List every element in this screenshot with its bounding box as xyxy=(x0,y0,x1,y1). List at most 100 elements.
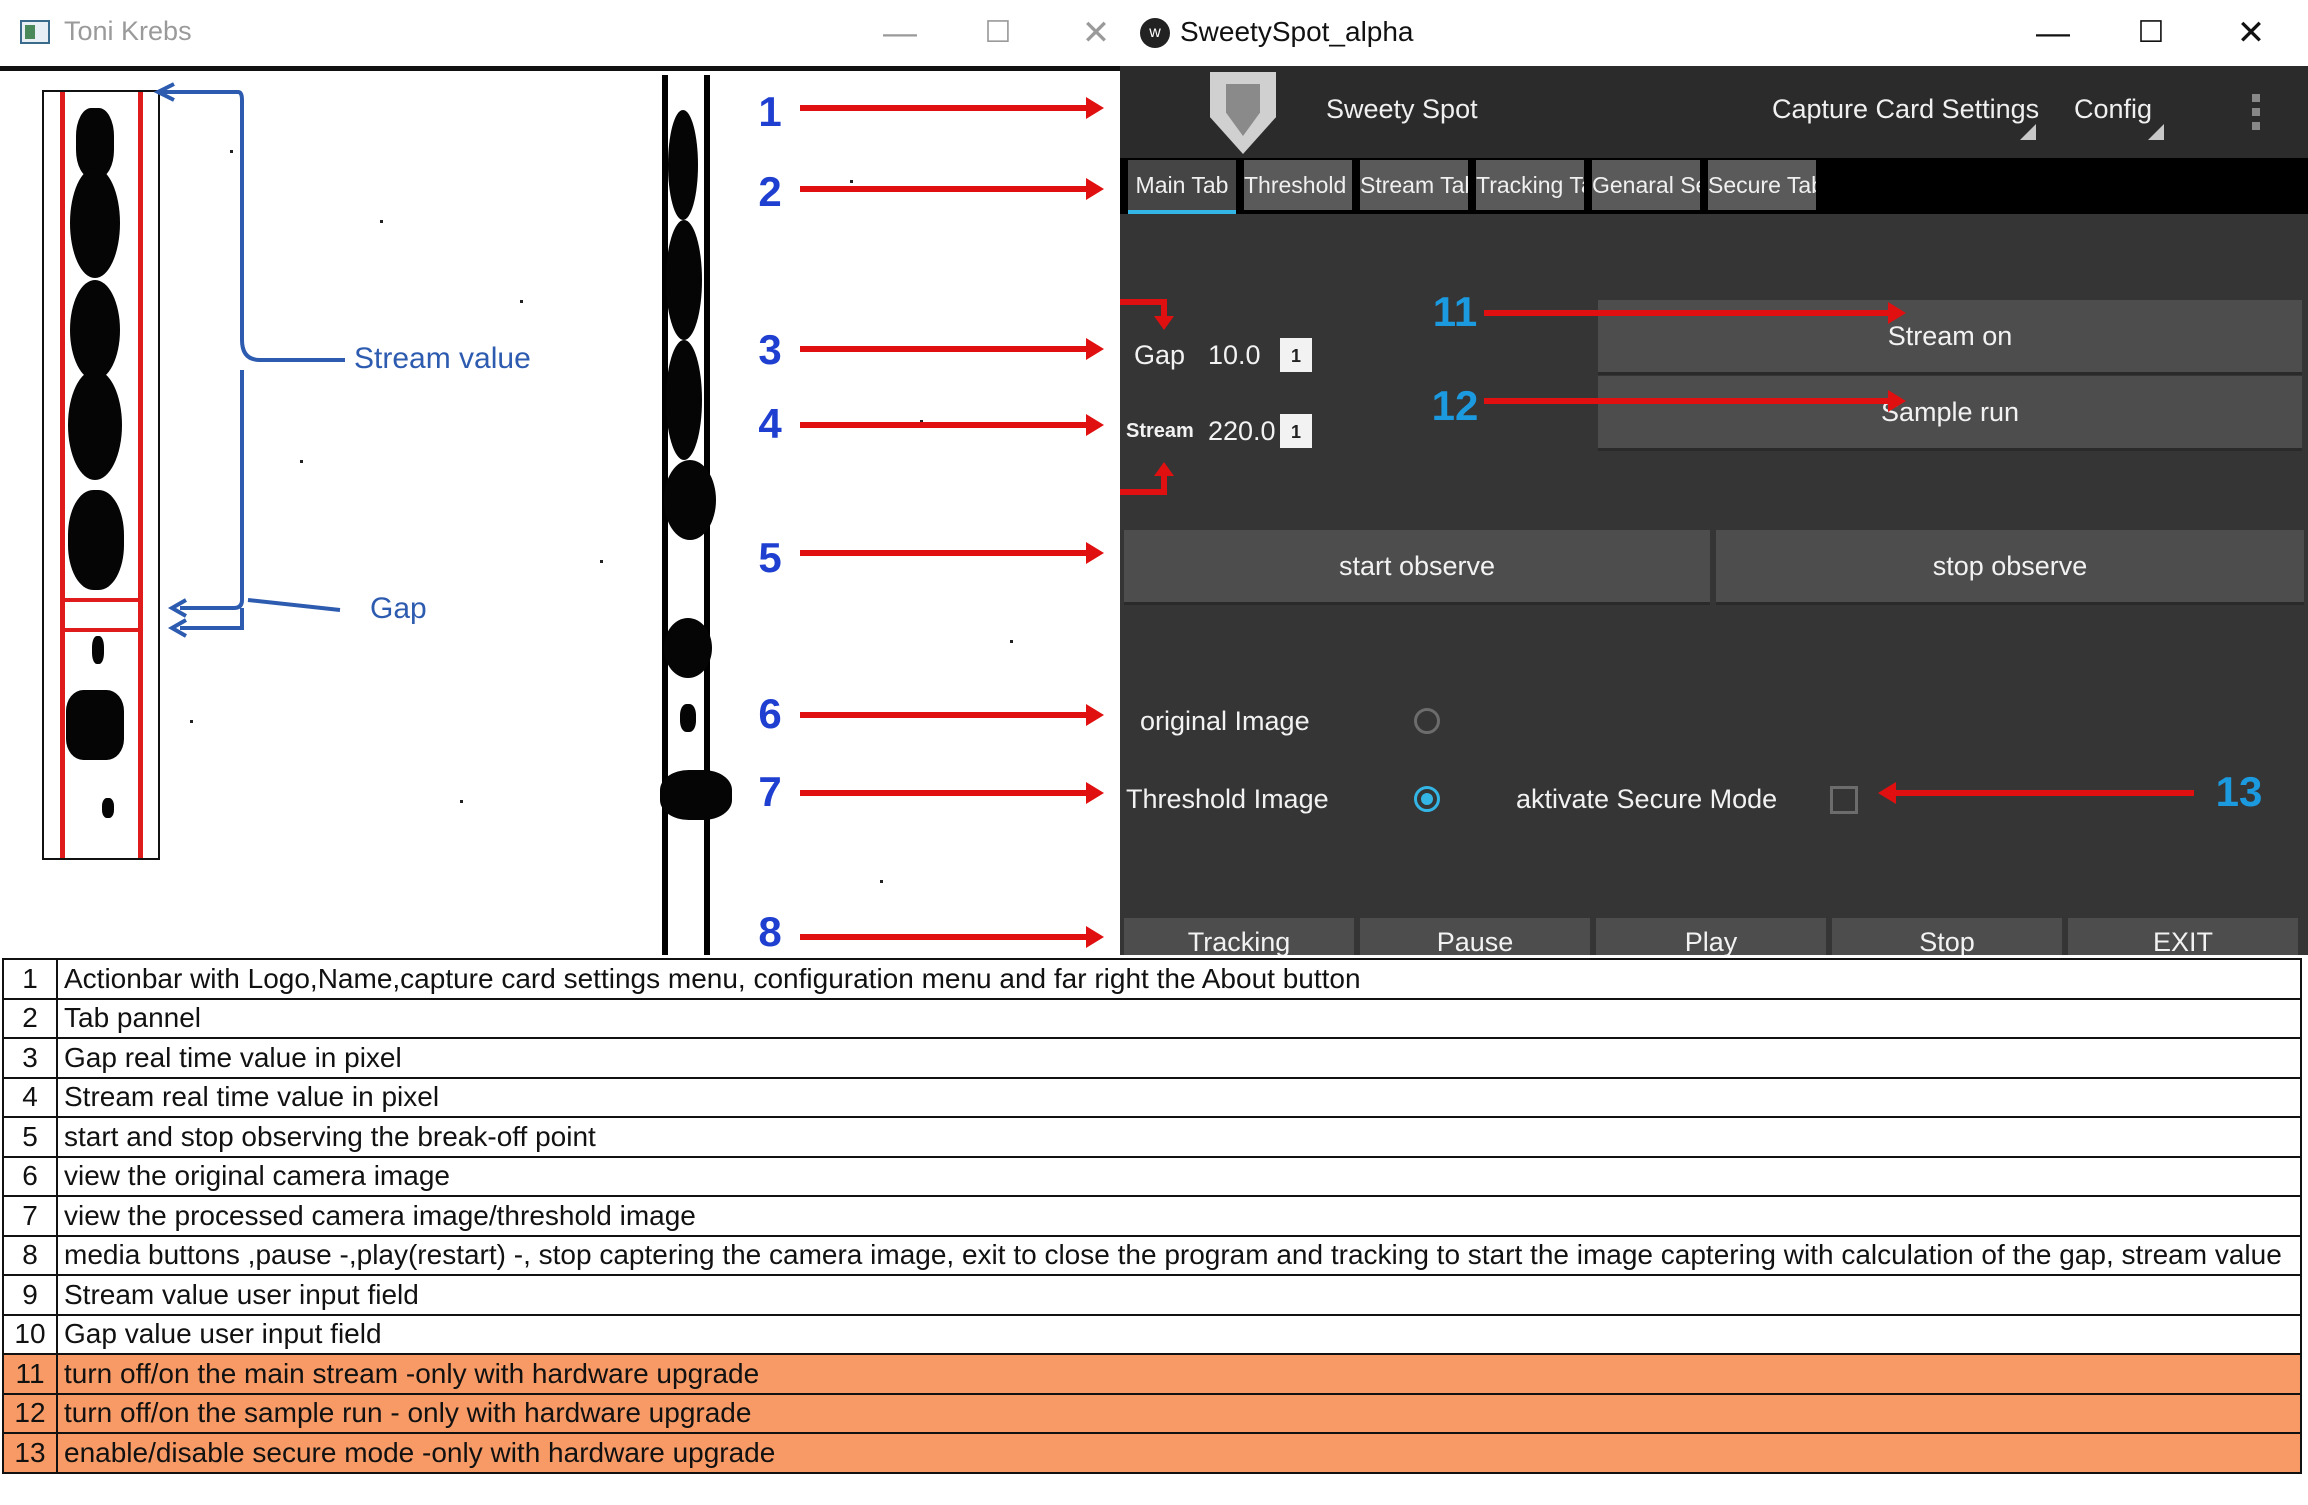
callout-arrow-10 xyxy=(1120,299,1174,330)
threshold-image-radio[interactable] xyxy=(1414,786,1440,812)
about-overflow-icon[interactable] xyxy=(2252,94,2260,134)
camera-window: Toni Krebs — ☐ ✕ Stream value Gap 1 2 3 … xyxy=(0,0,1120,955)
callout-arrow-11 xyxy=(1484,302,1906,324)
tab-tracking[interactable]: Tracking Tab xyxy=(1476,160,1584,210)
legend-row: 8 media buttons ,pause -,play(restart) -,… xyxy=(2,1234,2302,1276)
legend-text: view the original camera image xyxy=(56,1155,2302,1197)
legend-row: 9 Stream value user input field xyxy=(2,1274,2302,1316)
stop-observe-button[interactable]: stop observe xyxy=(1716,530,2304,605)
stream-droplet xyxy=(664,618,712,678)
capture-card-settings-menu[interactable]: Capture Card Settings xyxy=(1772,94,2039,125)
legend-text: turn off/on the main stream -only with h… xyxy=(56,1353,2302,1395)
noise-speck xyxy=(380,220,383,223)
config-menu[interactable]: Config xyxy=(2074,94,2152,125)
tab-general-settings[interactable]: Genaral Settings xyxy=(1592,160,1700,210)
stream-droplet xyxy=(66,690,124,760)
pause-button[interactable]: Pause xyxy=(1360,918,1590,955)
stream-droplet xyxy=(666,220,702,340)
maximize-icon[interactable]: ☐ xyxy=(2116,6,2186,60)
legend-row-hardware: 12 turn off/on the sample run - only with… xyxy=(2,1392,2302,1434)
stream-stepper[interactable]: 1 xyxy=(1280,414,1312,448)
legend-row: 1 Actionbar with Logo,Name,capture card s… xyxy=(2,958,2302,1000)
play-button[interactable]: Play xyxy=(1596,918,1826,955)
legend-text: Tab pannel xyxy=(56,997,2302,1039)
legend-num: 11 xyxy=(2,1353,58,1395)
tab-threshold[interactable]: Threshold Tab xyxy=(1244,160,1352,210)
callout-arrow xyxy=(800,542,1104,564)
tab-secure[interactable]: Secure Tab xyxy=(1708,160,1816,210)
sample-run-button[interactable]: Sample run xyxy=(1598,376,2302,451)
original-image-radio[interactable] xyxy=(1414,708,1440,734)
legend-num: 5 xyxy=(2,1116,58,1158)
dropdown-corner-icon xyxy=(2020,124,2036,140)
legend-text: Gap real time value in pixel xyxy=(56,1037,2302,1079)
noise-speck xyxy=(600,560,603,563)
legend-text: turn off/on the sample run - only with h… xyxy=(56,1392,2302,1434)
callout-arrow xyxy=(800,782,1104,804)
threshold-image-label: Threshold Image xyxy=(1126,784,1329,814)
legend-num: 3 xyxy=(2,1037,58,1079)
stream-droplet xyxy=(70,280,120,380)
maximize-icon[interactable]: ☐ xyxy=(968,8,1028,58)
original-image-label: original Image xyxy=(1140,706,1310,736)
stream-droplet xyxy=(102,798,114,818)
noise-speck xyxy=(230,150,233,153)
camera-window-title: Toni Krebs xyxy=(64,16,192,46)
legend-row: 6 view the original camera image xyxy=(2,1155,2302,1197)
callout-arrow xyxy=(800,926,1104,948)
stream-boundary-right xyxy=(138,92,143,858)
stop-button[interactable]: Stop xyxy=(1832,918,2062,955)
tab-main[interactable]: Main Tab xyxy=(1128,160,1236,214)
callout-2: 2 xyxy=(758,168,782,215)
callout-arrow xyxy=(800,414,1104,436)
legend-row: 7 view the processed camera image/thresho… xyxy=(2,1195,2302,1237)
callout-arrow-12 xyxy=(1484,390,1906,412)
legend-num: 12 xyxy=(2,1392,58,1434)
gap-stepper[interactable]: 1 xyxy=(1280,338,1312,372)
callout-4: 4 xyxy=(758,400,782,447)
callout-arrow-13 xyxy=(1878,782,2194,804)
legend-text: Stream real time value in pixel xyxy=(56,1076,2302,1118)
secure-mode-label: aktivate Secure Mode xyxy=(1516,784,1778,814)
gap-annotation: Gap xyxy=(370,592,427,625)
noise-speck xyxy=(520,300,523,303)
callout-arrow xyxy=(800,178,1104,200)
callout-arrow xyxy=(800,338,1104,360)
callout-arrow xyxy=(800,97,1104,119)
close-icon[interactable]: ✕ xyxy=(2216,6,2286,60)
stream-boundary-left xyxy=(60,92,65,858)
stream-droplet xyxy=(660,770,732,820)
start-observe-button[interactable]: start observe xyxy=(1124,530,1710,605)
legend-num: 13 xyxy=(2,1432,58,1474)
noise-speck xyxy=(300,460,303,463)
minimize-icon[interactable]: — xyxy=(870,8,930,58)
exit-button[interactable]: EXIT xyxy=(2068,918,2298,955)
stream-droplet xyxy=(92,636,104,664)
stream-droplet xyxy=(68,370,122,480)
stream-droplet xyxy=(680,704,696,732)
callout-5: 5 xyxy=(758,534,782,581)
app-logo-icon: w xyxy=(1140,18,1170,48)
legend-table: 1 Actionbar with Logo,Name,capture card s… xyxy=(2,958,2302,1474)
secure-mode-checkbox[interactable] xyxy=(1830,786,1858,814)
stream-droplet xyxy=(664,460,716,540)
legend-row-hardware: 13 enable/disable secure mode -only with … xyxy=(2,1432,2302,1474)
close-icon[interactable]: ✕ xyxy=(1066,8,1120,58)
shield-logo-icon xyxy=(1210,72,1276,154)
legend-num: 2 xyxy=(2,997,58,1039)
legend-row-hardware: 11 turn off/on the main stream -only with… xyxy=(2,1353,2302,1395)
minimize-icon[interactable]: — xyxy=(2018,6,2088,60)
stream-droplet xyxy=(70,168,120,278)
legend-text: Stream value user input field xyxy=(56,1274,2302,1316)
tracking-button[interactable]: Tracking xyxy=(1124,918,1354,955)
callout-arrow xyxy=(800,704,1104,726)
stream-value-field[interactable]: 220.0 xyxy=(1208,416,1276,447)
tab-stream[interactable]: Stream Tab xyxy=(1360,160,1468,210)
actionbar: Sweety Spot Capture Card Settings Config xyxy=(1120,66,2308,158)
tab-panel: Main Tab Threshold Tab Stream Tab Tracki… xyxy=(1120,158,2308,214)
annotation-brackets xyxy=(153,82,345,638)
gap-value-field[interactable]: 10.0 xyxy=(1208,340,1261,371)
legend-text: Actionbar with Logo,Name,capture card se… xyxy=(56,958,2302,1000)
noise-speck xyxy=(880,880,883,883)
legend-num: 6 xyxy=(2,1155,58,1197)
